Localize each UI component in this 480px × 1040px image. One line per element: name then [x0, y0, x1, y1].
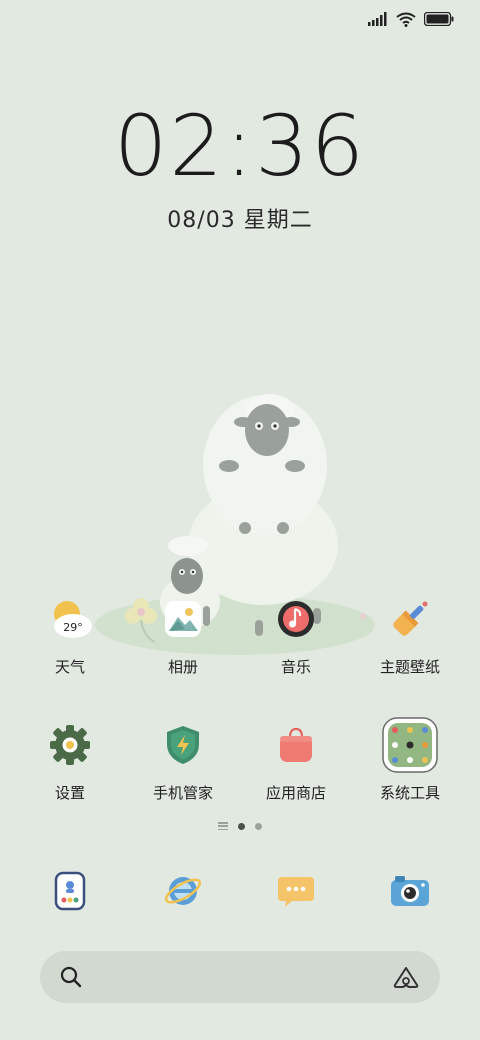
app-label: 主题壁纸: [379, 658, 440, 676]
app-label: 手机管家: [152, 784, 213, 802]
app-store-icon: [267, 716, 325, 774]
wifi-icon: [396, 12, 416, 27]
browser-icon: [154, 862, 212, 920]
battery-full-icon: [424, 12, 454, 26]
app-label: 应用商店: [265, 784, 326, 802]
app-store[interactable]: 应用商店: [241, 716, 351, 803]
music-icon: [267, 590, 325, 648]
gallery-icon: [154, 590, 212, 648]
app-label: 音乐: [280, 658, 311, 676]
weather-temp: 29°: [63, 621, 83, 634]
dock: [0, 862, 480, 922]
themes-icon: [381, 590, 439, 648]
page-indicator[interactable]: [0, 822, 480, 830]
messages-icon: [267, 862, 325, 920]
app-music[interactable]: 音乐: [241, 590, 351, 677]
app-weather[interactable]: 29° 天气: [15, 590, 125, 677]
security-icon: [154, 716, 212, 774]
global-search-bar[interactable]: [40, 951, 440, 1003]
dock-messages[interactable]: [241, 862, 351, 920]
dock-camera[interactable]: [355, 862, 465, 920]
search-icon[interactable]: [60, 966, 82, 988]
clock-date[interactable]: 08/03 星期二: [0, 202, 480, 234]
app-themes[interactable]: 主题壁纸: [355, 590, 465, 677]
system-tools-folder-icon: [381, 716, 439, 774]
app-settings[interactable]: 设置: [15, 716, 125, 803]
clock-time[interactable]: 02:36: [0, 104, 480, 188]
dock-browser[interactable]: [128, 862, 238, 920]
signal-bars-icon: [368, 12, 387, 26]
assistant-icon[interactable]: [392, 965, 420, 989]
weather-icon: 29°: [41, 590, 99, 648]
app-label: 天气: [54, 658, 85, 676]
page-list-icon: [218, 822, 228, 830]
page-dot: [255, 822, 262, 830]
app-label: 相册: [167, 658, 198, 676]
phone-icon: [41, 862, 99, 920]
camera-icon: [381, 862, 439, 920]
app-label: 系统工具: [379, 784, 440, 802]
page-dot-active: [238, 822, 245, 830]
app-label: 设置: [54, 784, 85, 802]
app-row: 29° 天气 相册 音乐 主题壁纸: [0, 590, 480, 700]
app-system-tools-folder[interactable]: 系统工具: [355, 716, 465, 803]
dock-phone[interactable]: [15, 862, 125, 920]
settings-icon: [41, 716, 99, 774]
app-row: 设置 手机管家 应用商店 系统工具: [0, 716, 480, 826]
app-gallery[interactable]: 相册: [128, 590, 238, 677]
app-security[interactable]: 手机管家: [128, 716, 238, 803]
status-bar: [368, 8, 454, 30]
